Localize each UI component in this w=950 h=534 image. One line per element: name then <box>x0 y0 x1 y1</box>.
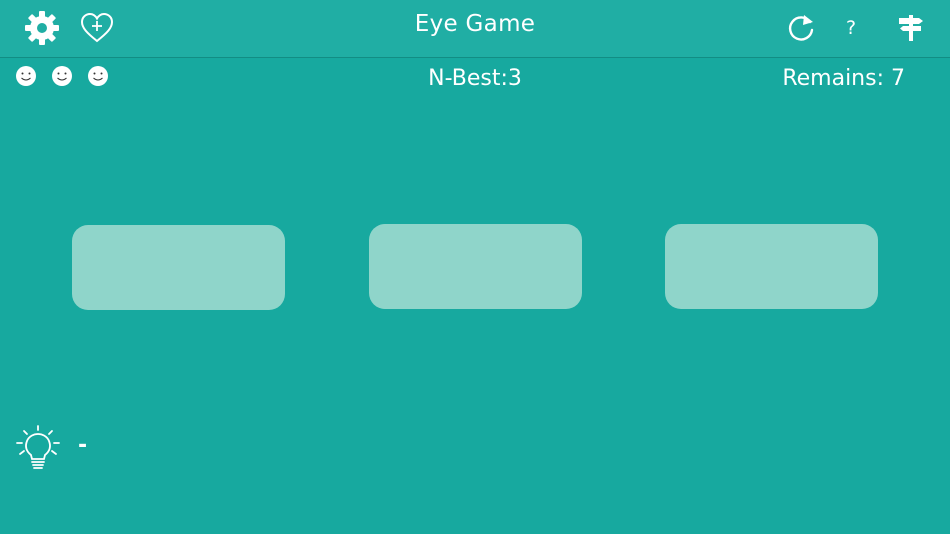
game-card[interactable] <box>665 224 878 309</box>
game-card[interactable] <box>369 224 582 309</box>
help-button[interactable]: ? <box>846 17 856 39</box>
refresh-icon[interactable] <box>787 13 817 43</box>
game-card[interactable] <box>72 225 285 310</box>
remains-counter: Remains: 7 <box>782 66 905 91</box>
lightbulb-icon[interactable] <box>15 425 61 473</box>
signpost-icon[interactable] <box>897 14 925 42</box>
hint-value: - <box>78 433 88 458</box>
top-bar: Eye Game ? <box>0 0 950 58</box>
